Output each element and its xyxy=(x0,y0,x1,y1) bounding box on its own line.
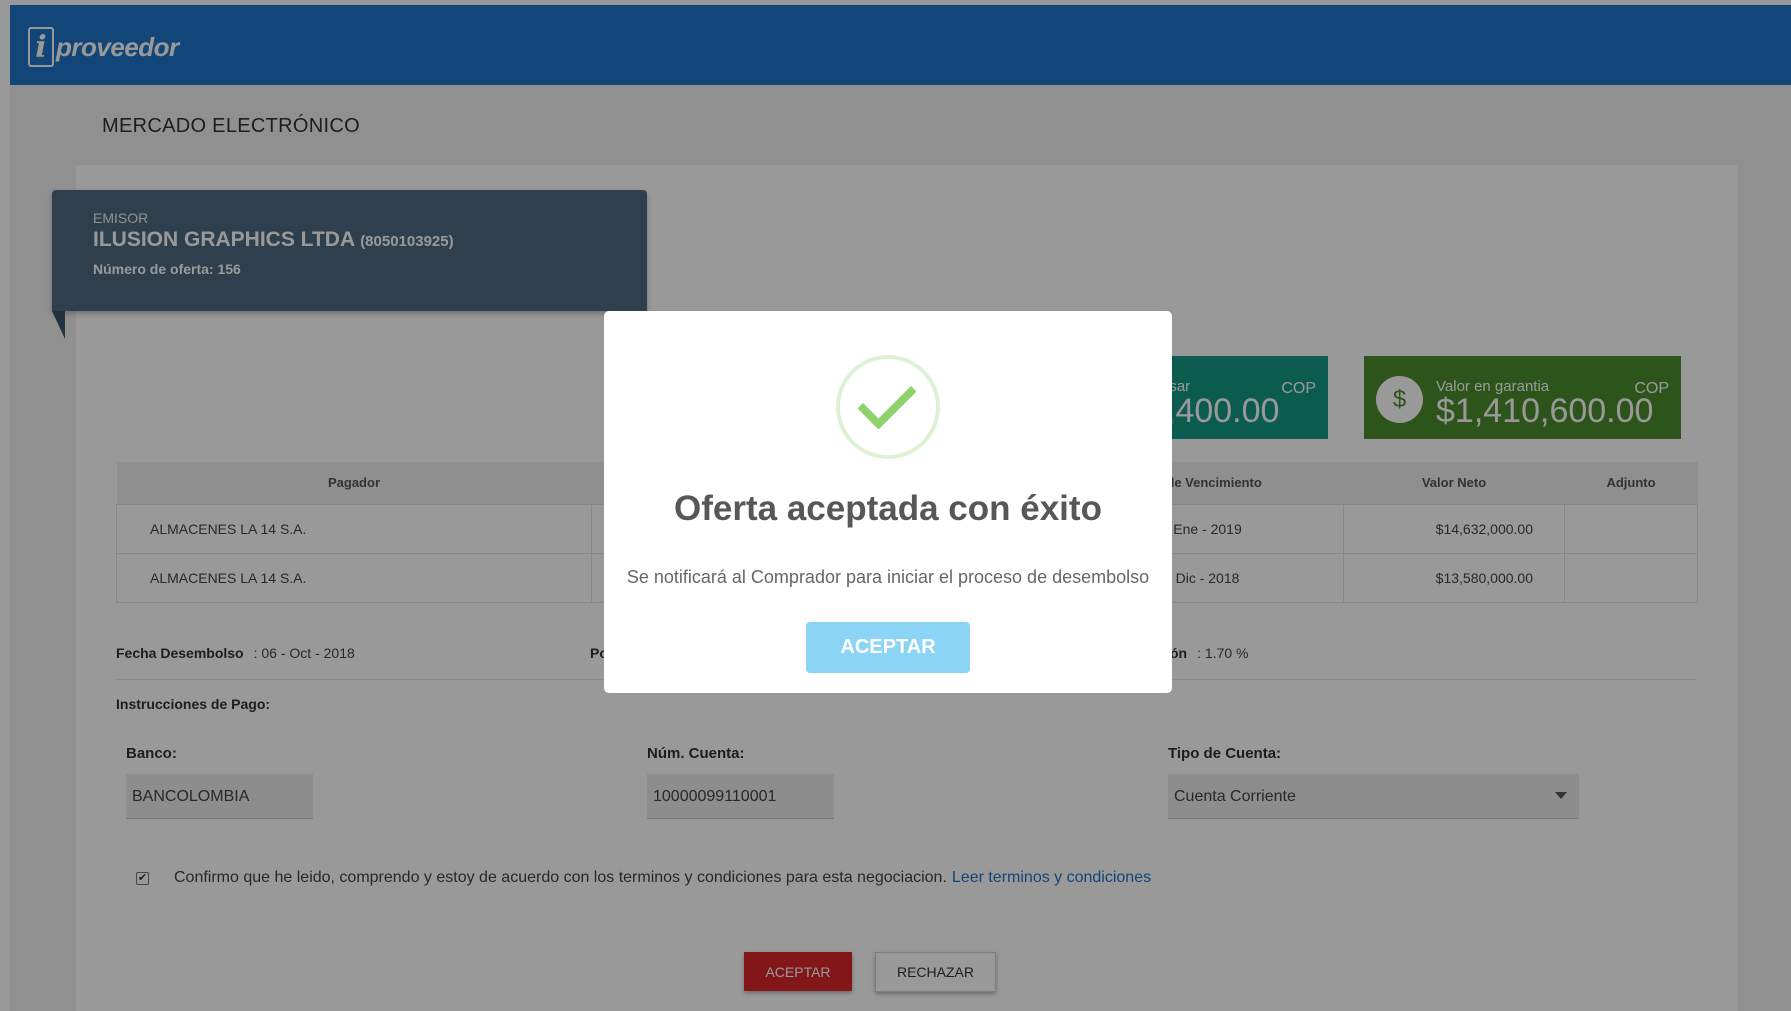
modal-message: Se notificará al Comprador para iniciar … xyxy=(626,567,1150,587)
success-modal: Oferta aceptada con éxito Se notificará … xyxy=(604,311,1172,693)
modal-accept-button[interactable]: ACEPTAR xyxy=(806,622,970,673)
success-circle xyxy=(836,355,940,459)
modal-title: Oferta aceptada con éxito xyxy=(674,489,1102,528)
checkmark-icon xyxy=(857,370,917,430)
